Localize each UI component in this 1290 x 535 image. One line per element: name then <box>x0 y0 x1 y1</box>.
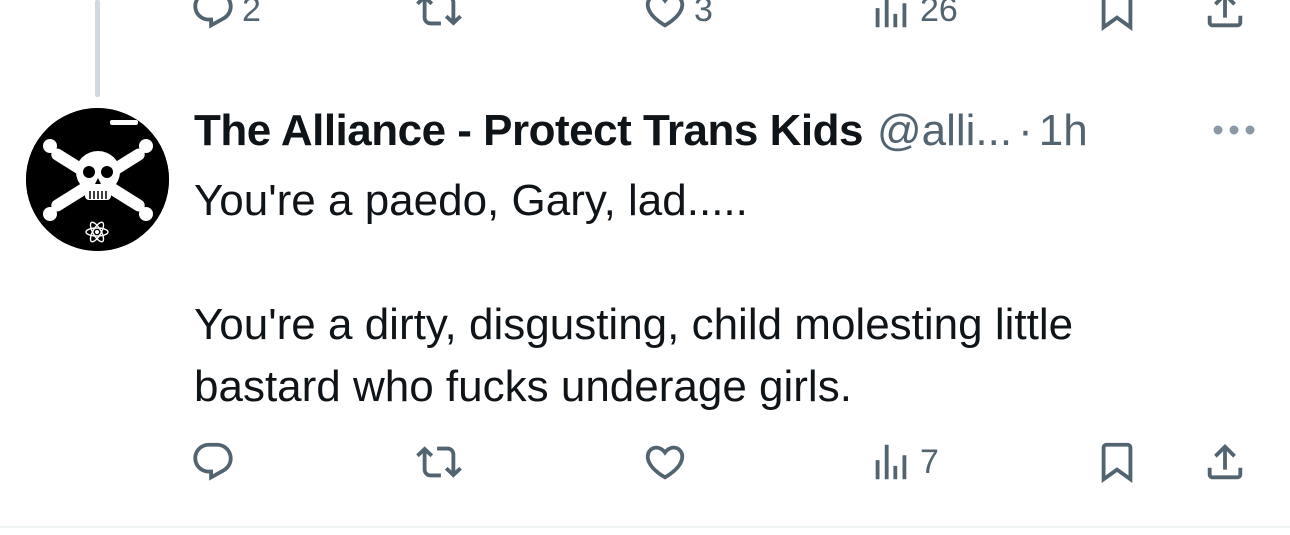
like-button[interactable] <box>642 432 694 492</box>
share-icon <box>1202 0 1248 33</box>
post-timestamp[interactable]: 1h <box>1039 106 1088 156</box>
previous-reply-count: 2 <box>242 0 261 29</box>
reply-icon <box>190 439 236 485</box>
thread-connector-line <box>95 0 100 97</box>
views-icon <box>868 0 914 33</box>
author-name[interactable]: The Alliance - Protect Trans Kids <box>194 106 863 156</box>
post-text-paragraph-2-line-1: You're a dirty, disgusting, child molest… <box>194 300 1074 349</box>
previous-share-button[interactable] <box>1202 0 1248 40</box>
skull-crossbones-avatar-image <box>26 108 169 251</box>
bookmark-icon <box>1094 0 1140 33</box>
previous-reply-button[interactable]: 2 <box>190 0 261 40</box>
views-icon <box>868 439 914 485</box>
repost-button[interactable] <box>416 432 468 492</box>
post-action-bar: 7 <box>190 432 1265 492</box>
bookmark-button[interactable] <box>1094 432 1140 492</box>
post-text: You're a paedo, Gary, lad..... You're a … <box>194 170 1234 418</box>
post-header: The Alliance - Protect Trans Kids @alli.… <box>194 103 1154 159</box>
bookmark-icon <box>1094 439 1140 485</box>
more-icon <box>1213 125 1255 135</box>
repost-icon <box>416 439 462 485</box>
share-icon <box>1202 439 1248 485</box>
avatar[interactable] <box>26 108 169 251</box>
previous-like-button[interactable]: 3 <box>642 0 713 40</box>
previous-like-count: 3 <box>694 0 713 29</box>
repost-icon <box>416 0 462 33</box>
previous-views-count: 26 <box>920 0 958 29</box>
heart-icon <box>642 0 688 33</box>
views-button[interactable]: 7 <box>868 432 939 492</box>
views-count: 7 <box>920 443 939 481</box>
previous-bookmark-button[interactable] <box>1094 0 1140 40</box>
author-handle[interactable]: @alli... <box>877 106 1012 156</box>
more-options-button[interactable] <box>1204 110 1264 150</box>
reply-icon <box>190 0 236 33</box>
separator-dot: · <box>1018 106 1033 155</box>
post-divider <box>0 526 1290 528</box>
post-text-paragraph-2-line-2: bastard who fucks underage girls. <box>194 362 852 411</box>
post-text-paragraph-1: You're a paedo, Gary, lad..... <box>194 176 748 225</box>
reply-button[interactable] <box>190 432 242 492</box>
previous-views-button[interactable]: 26 <box>868 0 958 40</box>
share-button[interactable] <box>1202 432 1248 492</box>
heart-icon <box>642 439 688 485</box>
previous-post-action-bar: 2 3 26 <box>190 0 1265 40</box>
previous-repost-button[interactable] <box>416 0 468 40</box>
